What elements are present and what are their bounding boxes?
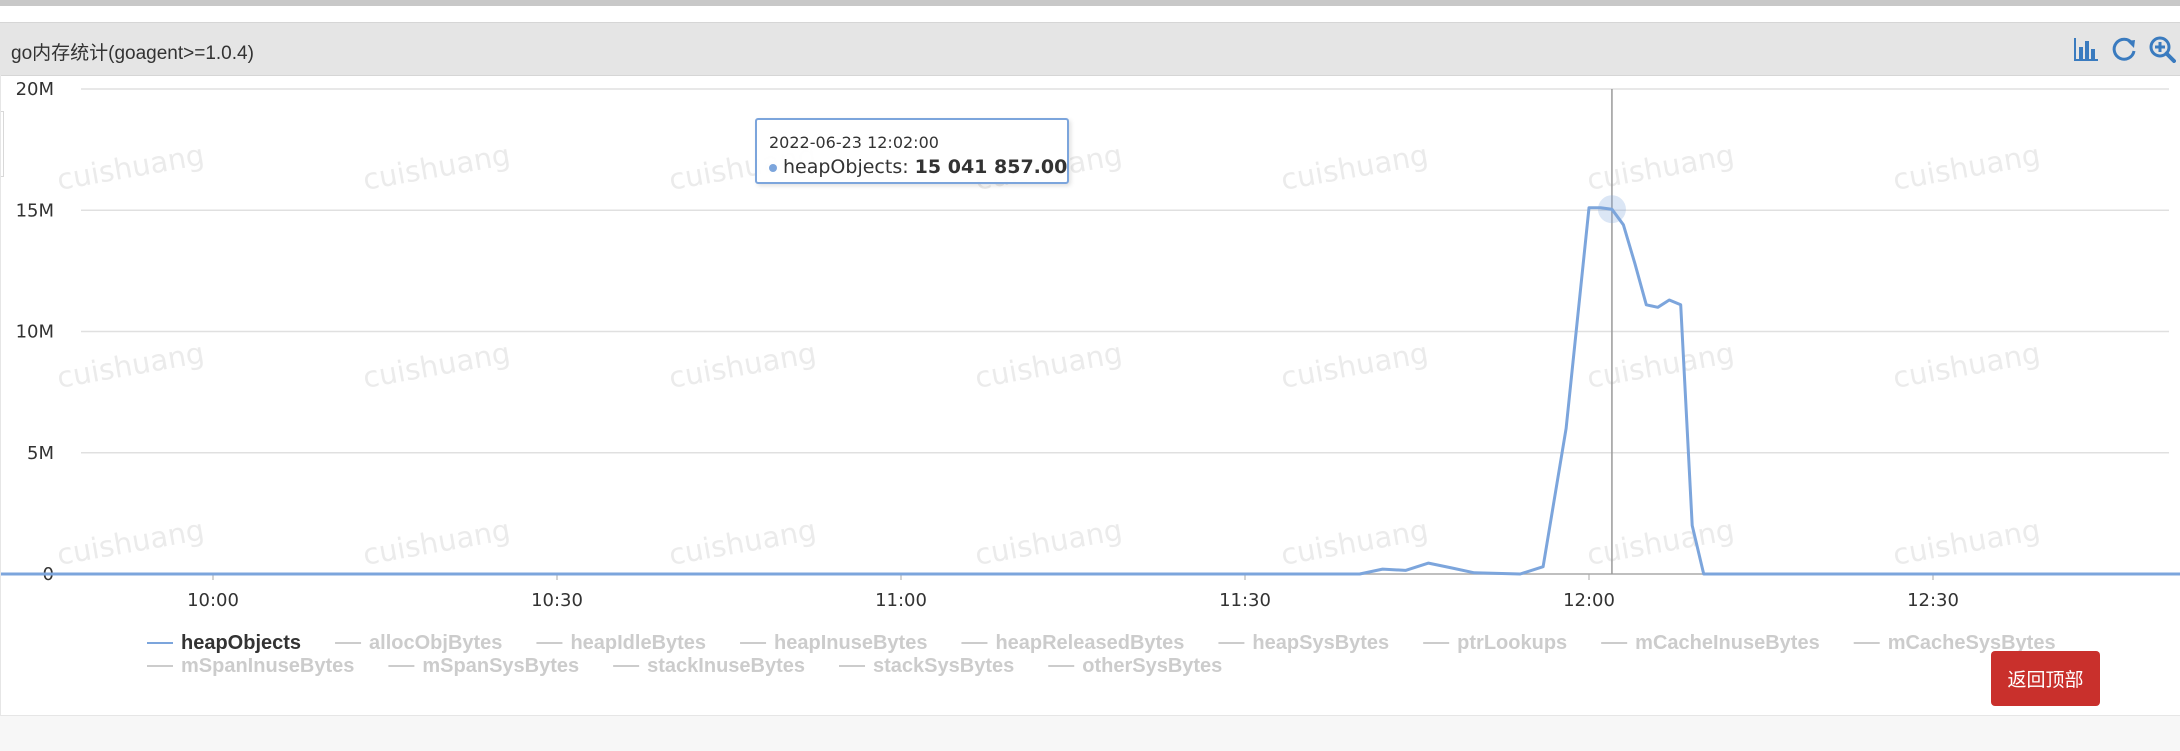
x-tick-label: 12:00	[1563, 590, 1615, 611]
legend-item-heapReleasedBytes[interactable]: heapReleasedBytes	[995, 632, 1184, 654]
watermark-text: cuishuang	[1890, 513, 2042, 572]
watermark-text: cuishuang	[54, 336, 206, 395]
panel-header: go内存统计(goagent>=1.0.4)	[0, 22, 2180, 76]
tooltip-series-name: heapObjects	[783, 156, 903, 178]
watermark-text: cuishuang	[360, 336, 512, 395]
x-tick-label: 10:00	[187, 590, 239, 611]
y-tick-label: 15M	[16, 200, 54, 221]
x-tick-label: 10:30	[531, 590, 583, 611]
legend-item-mCacheInuseBytes[interactable]: mCacheInuseBytes	[1635, 632, 1820, 654]
y-tick-label: 10M	[16, 322, 54, 343]
watermark-text: cuishuang	[1890, 138, 2042, 197]
line-chart: cuishuang cuishuang cuishuang cuishuang cuis…	[1, 79, 2180, 677]
panel-title: go内存统计(goagent>=1.0.4)	[11, 43, 254, 64]
watermark-text: cuishuang	[972, 513, 1124, 572]
watermark-text: cuishuang	[54, 513, 206, 572]
hover-point	[1597, 195, 1626, 224]
watermark-text: cuishuang	[666, 336, 818, 395]
y-tick-label: 5M	[27, 443, 54, 464]
watermark-text: cuishuang	[1278, 336, 1430, 395]
legend-item-ptrLookups[interactable]: ptrLookups	[1457, 632, 1567, 654]
tooltip-series-line: heapObjects: 15 041 857.00	[769, 156, 1067, 178]
bottom-strip	[0, 715, 2180, 751]
legend-item-heapSysBytes[interactable]: heapSysBytes	[1252, 632, 1389, 654]
legend: heapObjects allocObjBytes heapIdleBytes hea…	[147, 632, 2056, 677]
x-tick-label: 12:30	[1907, 590, 1959, 611]
x-tick-label: 11:30	[1219, 590, 1271, 611]
legend-item-allocObjBytes[interactable]: allocObjBytes	[369, 632, 502, 654]
watermark-text: cuishuang	[1584, 336, 1736, 395]
legend-item-mSpanSysBytes[interactable]: mSpanSysBytes	[422, 655, 579, 677]
watermark-text: cuishuang	[360, 513, 512, 572]
watermark-text: cuishuang	[972, 336, 1124, 395]
legend-item-stackSysBytes[interactable]: stackSysBytes	[873, 655, 1014, 677]
watermark-text: cuishuang	[1278, 513, 1430, 572]
x-tick-label: 11:00	[875, 590, 927, 611]
watermark-text: cuishuang	[1584, 138, 1736, 197]
watermark-layer: cuishuang cuishuang cuishuang cuishuang cuis…	[54, 138, 2042, 572]
legend-item-heapIdleBytes[interactable]: heapIdleBytes	[570, 632, 706, 654]
watermark-text: cuishuang	[1584, 513, 1736, 572]
legend-item-mSpanInuseBytes[interactable]: mSpanInuseBytes	[181, 655, 354, 677]
tooltip-date: 2022-06-23 12:02:00	[769, 133, 939, 152]
bar-chart-icon[interactable]	[2072, 35, 2100, 63]
watermark-text: cuishuang	[360, 138, 512, 197]
legend-item-heapInuseBytes[interactable]: heapInuseBytes	[774, 632, 927, 654]
chart-tooltip: 2022-06-23 12:02:00 heapObjects: 15 041 …	[755, 118, 1069, 184]
legend-item-heapObjects[interactable]: heapObjects	[181, 632, 301, 654]
tooltip-series-dot	[769, 163, 777, 172]
tooltip-value: 15 041 857.00	[914, 156, 1068, 178]
top-border-strip	[0, 0, 2180, 6]
watermark-text: cuishuang	[1890, 336, 2042, 395]
watermark-text: cuishuang	[1278, 138, 1430, 197]
y-tick-label: 20M	[16, 79, 54, 100]
refresh-icon[interactable]	[2110, 35, 2138, 63]
legend-item-otherSysBytes[interactable]: otherSysBytes	[1082, 655, 1222, 677]
watermark-text: cuishuang	[666, 513, 818, 572]
zoom-icon[interactable]	[2148, 35, 2176, 63]
watermark-text: cuishuang	[54, 138, 206, 197]
chart-area: cuishuang cuishuang cuishuang cuishuang cuis…	[0, 75, 2180, 715]
back-to-top-button[interactable]: 返回顶部	[1991, 651, 2100, 706]
legend-item-stackInuseBytes[interactable]: stackInuseBytes	[647, 655, 805, 677]
